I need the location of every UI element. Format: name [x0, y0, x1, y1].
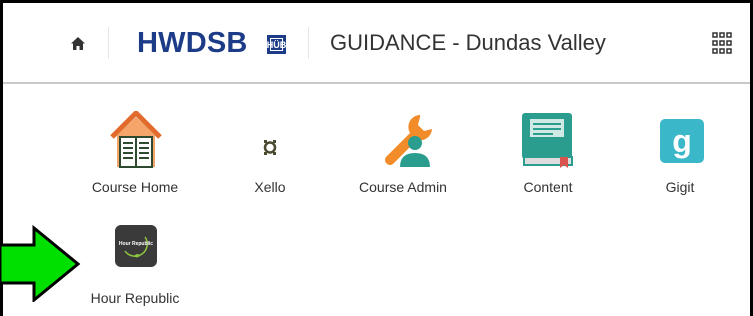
tile-label: Course Home — [91, 179, 179, 195]
svg-text:g: g — [672, 123, 692, 159]
tile-content[interactable]: Content — [488, 111, 608, 201]
tile-course-admin[interactable]: Course Admin — [343, 111, 463, 201]
hour-republic-logo-text: Hour Republic — [118, 241, 154, 247]
tile-hour-republic[interactable]: Hour Republic Hour Republic — [75, 222, 195, 312]
tile-course-home[interactable]: Course Home — [75, 111, 195, 201]
navbar: HWDSB HÜB GUIDANCE - Dundas Valley — [3, 3, 750, 84]
tile-label: Content — [523, 179, 573, 195]
xello-icon — [263, 140, 277, 155]
tile-label: Xello — [254, 179, 286, 195]
navbar-separator — [108, 27, 109, 59]
org-unit-title[interactable]: GUIDANCE - Dundas Valley — [330, 30, 606, 56]
wrench-person-icon — [385, 115, 432, 167]
navbar-separator — [308, 27, 309, 59]
brand-logo-text[interactable]: HWDSB — [137, 27, 248, 60]
hour-republic-icon: Hour Republic — [115, 225, 157, 267]
gigit-icon: g — [660, 119, 704, 163]
tile-label: Course Admin — [359, 179, 447, 195]
tile-gigit[interactable]: g Gigit — [620, 111, 740, 201]
tile-label: Hour Republic — [90, 290, 180, 306]
green-arrow-annotation — [0, 224, 81, 302]
waffle-grid-icon[interactable] — [712, 32, 732, 54]
house-book-icon — [110, 111, 162, 168]
brand-hub-badge: HÜB — [267, 35, 286, 54]
book-icon — [522, 113, 573, 168]
tile-label: Gigit — [665, 179, 695, 195]
tile-xello[interactable]: Xello — [210, 111, 330, 201]
home-icon[interactable] — [70, 36, 86, 52]
